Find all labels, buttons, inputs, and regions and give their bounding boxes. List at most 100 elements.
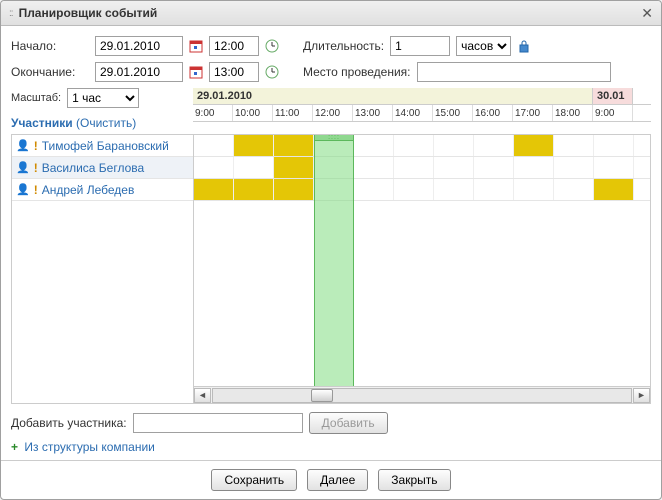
horizontal-scrollbar[interactable]: ◄ ► xyxy=(194,386,650,403)
grid-cell[interactable] xyxy=(514,179,554,200)
lock-icon[interactable] xyxy=(517,39,531,53)
location-label: Место проведения: xyxy=(303,65,411,79)
window-title: Планировщик событий xyxy=(19,6,642,20)
from-structure-row: + Из структуры компании xyxy=(11,440,651,454)
participant-row[interactable]: 👤!Андрей Лебедев xyxy=(12,179,193,201)
close-button[interactable]: Закрыть xyxy=(378,469,450,491)
calendar-icon[interactable] xyxy=(189,39,203,53)
grid-cell[interactable] xyxy=(554,179,594,200)
grid-cell[interactable] xyxy=(274,157,314,178)
add-participant-row: Добавить участника: Добавить xyxy=(11,412,651,434)
grid-cell[interactable] xyxy=(474,157,514,178)
grid-cell[interactable] xyxy=(514,135,554,156)
close-icon[interactable]: ✕ xyxy=(641,5,653,22)
grid-cell[interactable] xyxy=(434,157,474,178)
grid-cell[interactable] xyxy=(394,179,434,200)
scroll-right-icon[interactable]: ► xyxy=(633,388,650,403)
grid-cell[interactable] xyxy=(234,135,274,156)
hour-cell: 10:00 xyxy=(233,105,273,121)
end-date-input[interactable] xyxy=(95,62,183,82)
availability-grid[interactable]: :::: xyxy=(194,135,650,386)
grid-cell[interactable] xyxy=(354,135,394,156)
duration-label: Длительность: xyxy=(303,39,384,53)
clock-icon[interactable] xyxy=(265,65,279,79)
planner-grid: 👤!Тимофей Барановский👤!Василиса Беглова👤… xyxy=(11,134,651,404)
status-icon: ! xyxy=(34,183,38,197)
person-icon: 👤 xyxy=(16,183,30,196)
drag-handle-icon[interactable]: :::: xyxy=(315,135,353,141)
grid-cell[interactable] xyxy=(434,135,474,156)
location-wrap: Место проведения: xyxy=(303,62,611,82)
add-participant-label: Добавить участника: xyxy=(11,416,127,430)
hour-cell: 11:00 xyxy=(273,105,313,121)
add-participant-button[interactable]: Добавить xyxy=(309,412,388,434)
grid-cell[interactable] xyxy=(234,157,274,178)
date-header-main: 29.01.2010 xyxy=(193,88,593,104)
grid-cell[interactable] xyxy=(594,157,634,178)
dialog-footer: Сохранить Далее Закрыть xyxy=(1,460,661,499)
hour-cell: 13:00 xyxy=(353,105,393,121)
location-input[interactable] xyxy=(417,62,611,82)
from-structure-link[interactable]: Из структуры компании xyxy=(24,440,155,454)
end-label: Окончание: xyxy=(11,65,89,79)
timeline-pane: :::: ◄ ► xyxy=(194,135,650,403)
start-time-input[interactable] xyxy=(209,36,259,56)
duration-wrap: Длительность: часов xyxy=(303,36,531,56)
scroll-left-icon[interactable]: ◄ xyxy=(194,388,211,403)
hour-cell: 15:00 xyxy=(433,105,473,121)
save-button[interactable]: Сохранить xyxy=(211,469,297,491)
participant-row[interactable]: 👤!Василиса Беглова xyxy=(12,157,193,179)
participant-row[interactable]: 👤!Тимофей Барановский xyxy=(12,135,193,157)
duration-unit-select[interactable]: часов xyxy=(456,36,511,56)
grid-cell[interactable] xyxy=(234,179,274,200)
person-icon: 👤 xyxy=(16,139,30,152)
participants-list: 👤!Тимофей Барановский👤!Василиса Беглова👤… xyxy=(12,135,194,403)
selected-time-range[interactable]: :::: xyxy=(314,135,354,386)
clock-icon[interactable] xyxy=(265,39,279,53)
grid-cell[interactable] xyxy=(194,179,234,200)
grid-cell[interactable] xyxy=(594,179,634,200)
titlebar[interactable]: :: Планировщик событий ✕ xyxy=(1,1,661,26)
plus-icon: + xyxy=(11,440,18,454)
planner-area: Масштаб: 1 час Участники (Очистить) 29.0… xyxy=(11,88,651,404)
hour-cell: 16:00 xyxy=(473,105,513,121)
end-time-input[interactable] xyxy=(209,62,259,82)
grid-cell[interactable] xyxy=(274,179,314,200)
grid-cell[interactable] xyxy=(354,157,394,178)
drag-grip-icon: :: xyxy=(9,8,13,19)
grid-cell[interactable] xyxy=(554,135,594,156)
grid-cell[interactable] xyxy=(434,179,474,200)
duration-value-input[interactable] xyxy=(390,36,450,56)
scale-select[interactable]: 1 час xyxy=(67,88,139,108)
grid-cell[interactable] xyxy=(394,135,434,156)
grid-cell[interactable] xyxy=(554,157,594,178)
dialog-body: Начало: Длительность: часов Окончание: xyxy=(1,26,661,460)
next-button[interactable]: Далее xyxy=(307,469,368,491)
grid-cell[interactable] xyxy=(194,157,234,178)
start-date-input[interactable] xyxy=(95,36,183,56)
grid-cell[interactable] xyxy=(474,179,514,200)
hour-cell: 18:00 xyxy=(553,105,593,121)
calendar-icon[interactable] xyxy=(189,65,203,79)
grid-cell[interactable] xyxy=(594,135,634,156)
grid-cell[interactable] xyxy=(354,179,394,200)
person-icon: 👤 xyxy=(16,161,30,174)
end-row: Окончание: Место проведения: xyxy=(11,62,651,82)
date-header-next: 30.01 xyxy=(593,88,633,104)
participant-name: Василиса Беглова xyxy=(42,161,144,175)
scroll-track[interactable] xyxy=(212,388,632,403)
hour-cell: 9:00 xyxy=(593,105,633,121)
grid-cell[interactable] xyxy=(274,135,314,156)
clear-participants-link[interactable]: (Очистить) xyxy=(76,116,136,130)
scroll-thumb[interactable] xyxy=(311,389,333,402)
grid-cell[interactable] xyxy=(194,135,234,156)
scale-row: Масштаб: 1 час xyxy=(11,88,193,108)
date-header-row: 29.01.2010 30.01 xyxy=(193,88,651,105)
grid-cell[interactable] xyxy=(474,135,514,156)
hour-cell: 12:00 xyxy=(313,105,353,121)
start-label: Начало: xyxy=(11,39,89,53)
add-participant-input[interactable] xyxy=(133,413,303,433)
grid-cell[interactable] xyxy=(514,157,554,178)
scale-label: Масштаб: xyxy=(11,92,61,104)
grid-cell[interactable] xyxy=(394,157,434,178)
